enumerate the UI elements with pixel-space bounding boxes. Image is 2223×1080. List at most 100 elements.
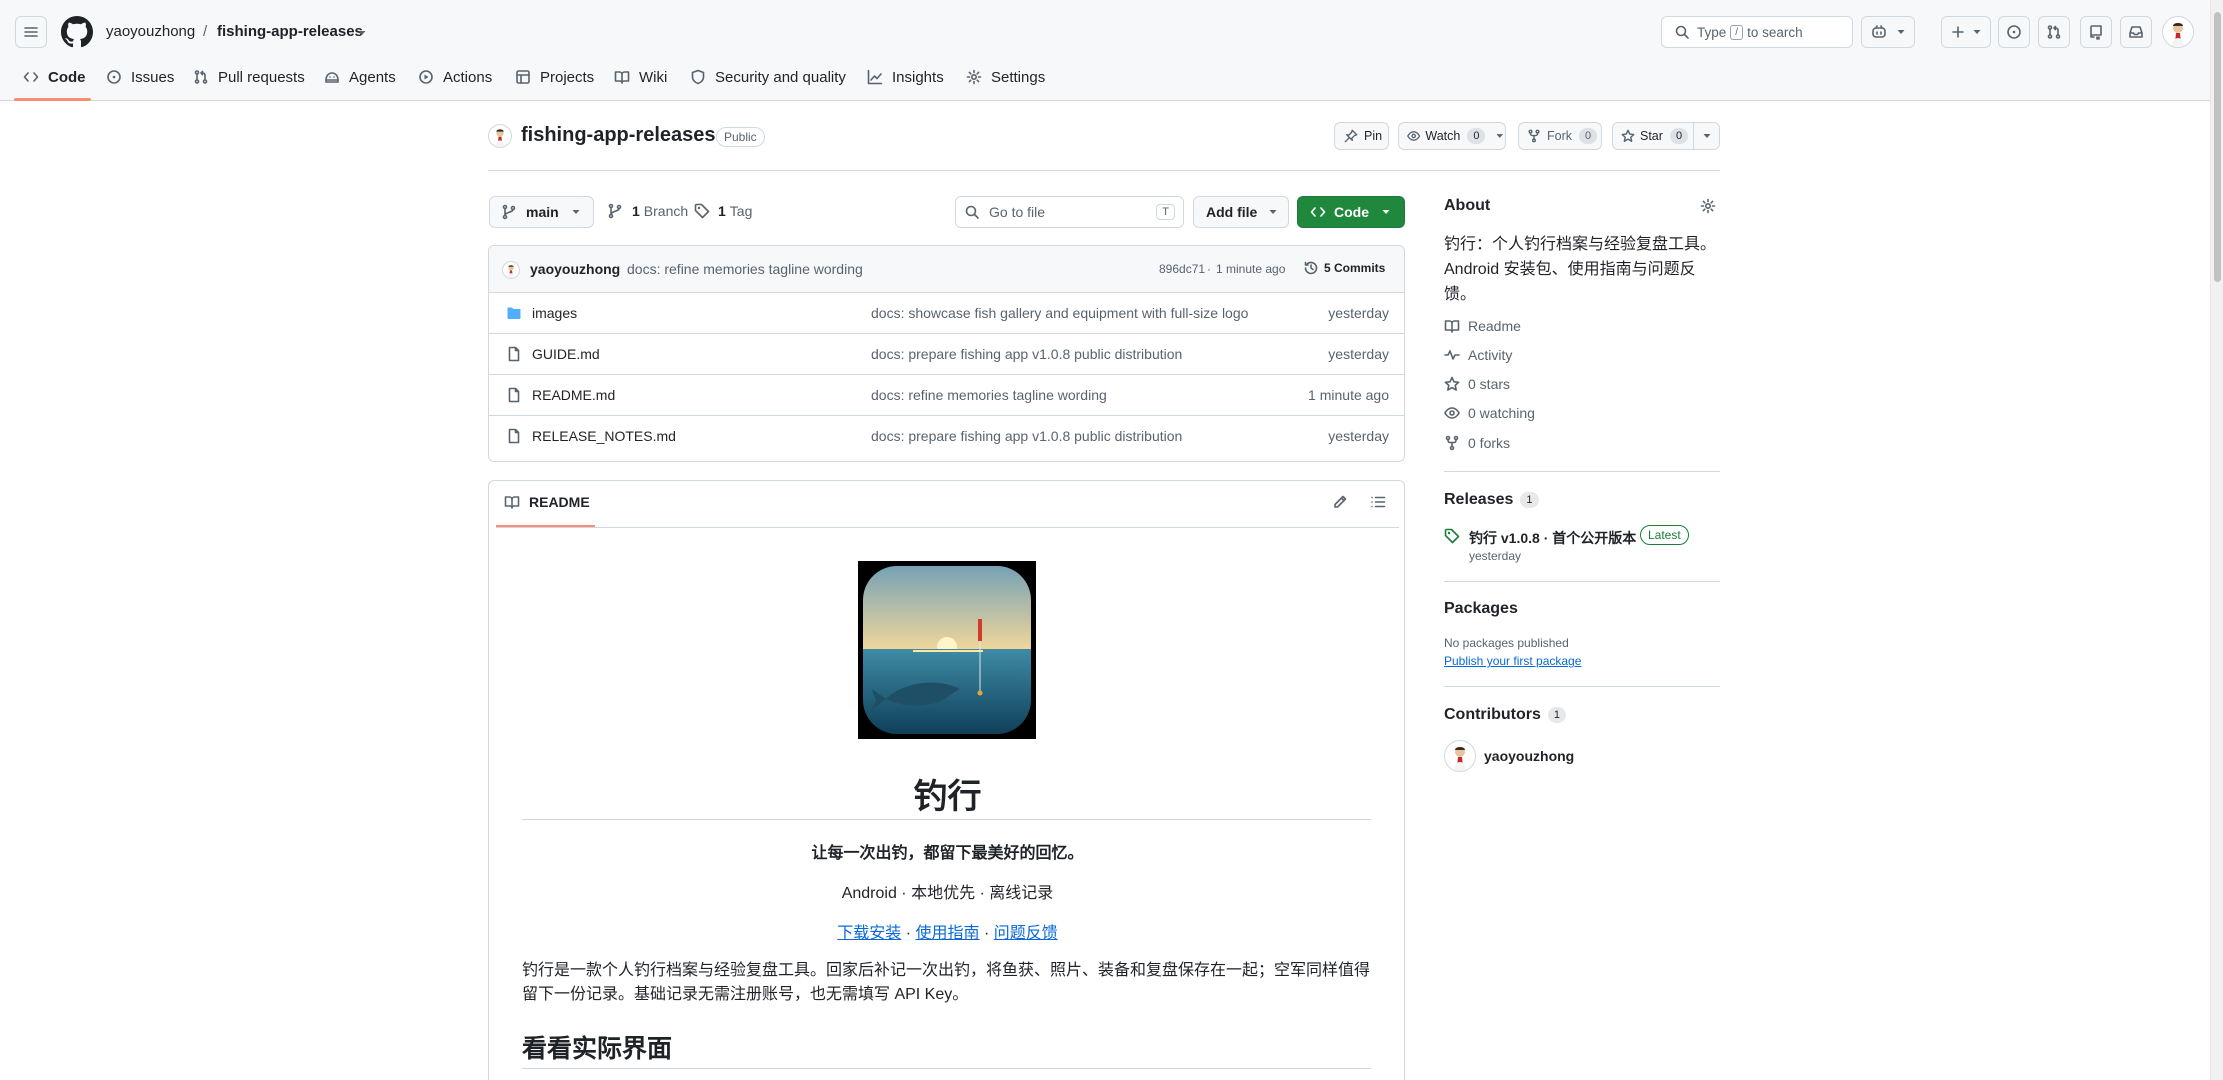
file-commit-message[interactable]: docs: prepare fishing app v1.0.8 public … <box>871 346 1182 362</box>
repo-title[interactable]: fishing-app-releases <box>521 124 716 147</box>
tab-insights[interactable]: Insights <box>867 62 944 92</box>
tab-projects[interactable]: Projects <box>515 62 594 92</box>
tags-link[interactable]: 1 Tag <box>694 203 752 219</box>
readme-title: 钓行 <box>913 778 982 816</box>
watch-counter: 0 <box>1467 128 1486 144</box>
branch-name: main <box>526 204 559 220</box>
tab-actions[interactable]: Actions <box>418 62 492 92</box>
watch-button[interactable]: Watch 0 <box>1398 122 1506 150</box>
tab-settings[interactable]: Settings <box>966 62 1045 92</box>
file-commit-message[interactable]: docs: prepare fishing app v1.0.8 public … <box>871 428 1182 444</box>
readme-title-divider <box>522 819 1371 820</box>
tab-wiki[interactable]: Wiki <box>614 62 667 92</box>
pin-button[interactable]: Pin <box>1334 122 1389 150</box>
star-button[interactable]: Star 0 <box>1612 122 1720 150</box>
latest-commit-bar: yaoyouzhong docs: refine memories taglin… <box>489 246 1404 293</box>
pulse-icon <box>1444 350 1460 360</box>
menu-button[interactable] <box>15 16 47 48</box>
issue-icon <box>2007 25 2021 39</box>
tab-security[interactable]: Security and quality <box>690 62 846 92</box>
user-avatar[interactable] <box>2162 16 2194 48</box>
gear-icon[interactable] <box>1700 198 1716 214</box>
release-name[interactable]: 钓行 v1.0.8 · 首个公开版本 <box>1469 528 1636 548</box>
about-item-label: Readme <box>1468 318 1521 334</box>
scrollbar-thumb[interactable] <box>2214 12 2221 282</box>
book-icon <box>504 496 520 509</box>
fork-counter: 0 <box>1579 128 1598 144</box>
chevron-down-icon <box>1496 134 1504 138</box>
branches-count: 1 <box>632 203 640 219</box>
about-readme[interactable]: Readme <box>1444 318 1521 334</box>
issue-icon <box>107 70 121 84</box>
watch-label: Watch <box>1425 129 1461 143</box>
inbox-button[interactable] <box>2120 16 2152 48</box>
book-icon <box>614 71 630 84</box>
file-commit-message[interactable]: docs: showcase fish gallery and equipmen… <box>871 305 1248 321</box>
code-button[interactable]: Code <box>1297 196 1405 228</box>
file-row[interactable]: GUIDE.md docs: prepare fishing app v1.0.… <box>489 334 1404 375</box>
file-row[interactable]: images docs: showcase fish gallery and e… <box>489 293 1404 334</box>
commit-author-avatar[interactable] <box>502 261 520 279</box>
tab-issues[interactable]: Issues <box>106 62 174 92</box>
search-box[interactable]: Type / to search <box>1661 16 1853 48</box>
branch-selector[interactable]: main <box>489 196 594 228</box>
readme-tab[interactable]: README <box>504 494 590 510</box>
owner-link[interactable]: yaoyouzhong <box>106 23 195 40</box>
about-stars[interactable]: 0 stars <box>1444 376 1510 392</box>
repositories-button[interactable] <box>2080 16 2112 48</box>
tab-label: Projects <box>540 68 595 86</box>
commit-author[interactable]: yaoyouzhong <box>530 261 620 277</box>
fork-button[interactable]: Fork 0 <box>1518 122 1602 150</box>
repo-link[interactable]: fishing-app-releases <box>217 23 363 40</box>
add-file-button[interactable]: Add file <box>1193 196 1289 228</box>
about-watching[interactable]: 0 watching <box>1444 405 1535 421</box>
tab-pull-requests[interactable]: Pull requests <box>193 62 305 92</box>
pull-requests-button[interactable] <box>2038 16 2070 48</box>
contributor-name[interactable]: yaoyouzhong <box>1484 748 1574 764</box>
avatar-icon <box>1454 747 1466 771</box>
file-name[interactable]: README.md <box>532 387 615 403</box>
commit-message[interactable]: docs: refine memories tagline wording <box>627 261 863 277</box>
guide-link[interactable]: 使用指南 <box>915 925 979 942</box>
fork-label: Fork <box>1547 129 1572 143</box>
issues-button[interactable] <box>1998 16 2030 48</box>
tab-code[interactable]: Code <box>23 62 86 92</box>
file-name[interactable]: RELEASE_NOTES.md <box>532 428 676 444</box>
file-commit-message[interactable]: docs: refine memories tagline wording <box>871 387 1107 403</box>
releases-heading-row[interactable]: Releases 1 <box>1444 491 1539 509</box>
about-forks[interactable]: 0 forks <box>1444 435 1510 451</box>
contributors-heading-row[interactable]: Contributors 1 <box>1444 706 1566 724</box>
search-icon <box>965 205 979 219</box>
copilot-button[interactable] <box>1861 16 1915 48</box>
page-scrollbar[interactable] <box>2210 0 2223 1080</box>
commit-dot: · <box>1207 262 1211 276</box>
tag-icon <box>694 203 710 219</box>
tab-agents[interactable]: Agents <box>324 62 396 92</box>
avatar-icon <box>507 265 515 278</box>
readme-header-divider <box>496 527 1399 528</box>
create-new-button[interactable] <box>1941 16 1991 48</box>
file-row[interactable]: RELEASE_NOTES.md docs: prepare fishing a… <box>489 416 1404 457</box>
github-logo[interactable] <box>61 16 93 48</box>
chevron-down-icon[interactable] <box>1702 131 1712 141</box>
commits-link[interactable]: 5 Commits <box>1303 260 1385 276</box>
repo-switch-chevron-icon[interactable] <box>357 28 367 38</box>
commit-sha[interactable]: 896dc71 <box>1159 262 1205 276</box>
packages-heading[interactable]: Packages <box>1444 600 1518 618</box>
file-row[interactable]: README.md docs: refine memories tagline … <box>489 375 1404 416</box>
feedback-link[interactable]: 问题反馈 <box>994 925 1058 942</box>
list-icon[interactable] <box>1370 494 1386 510</box>
file-name[interactable]: images <box>532 305 577 321</box>
about-item-label: 0 stars <box>1468 376 1511 392</box>
pencil-icon[interactable] <box>1332 494 1348 510</box>
branches-link[interactable]: 1 Branch <box>607 203 688 219</box>
file-name[interactable]: GUIDE.md <box>532 346 600 362</box>
about-activity[interactable]: Activity <box>1444 347 1512 363</box>
latest-badge: Latest <box>1640 525 1689 545</box>
contributor-avatar[interactable] <box>1444 740 1476 772</box>
star-counter: 0 <box>1669 128 1689 144</box>
download-link[interactable]: 下载安装 <box>837 925 901 942</box>
publish-package-link[interactable]: Publish your first package <box>1444 654 1581 668</box>
go-to-file-input[interactable]: Go to file T <box>955 196 1184 228</box>
code-icon <box>23 72 39 82</box>
